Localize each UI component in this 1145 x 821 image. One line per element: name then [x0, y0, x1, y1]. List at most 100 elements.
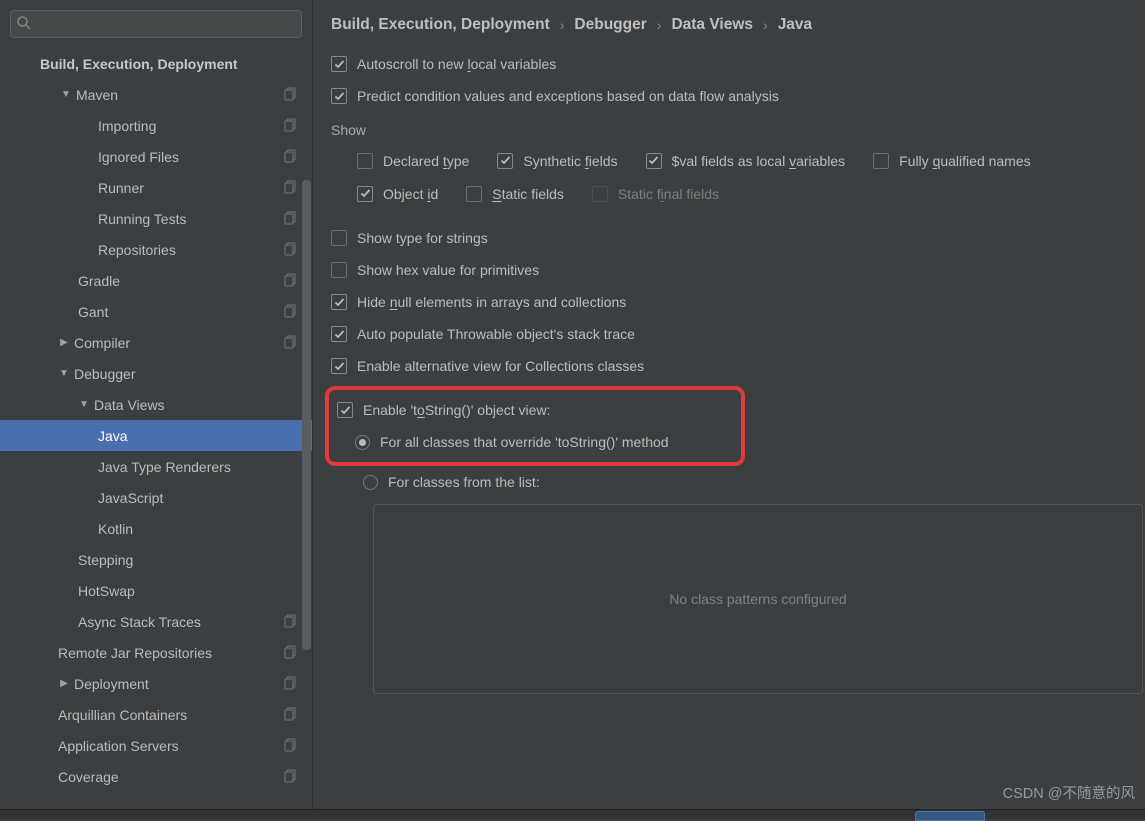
breadcrumb-item[interactable]: Data Views: [671, 16, 753, 34]
checkbox-row[interactable]: Object id: [357, 177, 438, 210]
breadcrumb-item[interactable]: Build, Execution, Deployment: [331, 16, 550, 34]
checkbox-row[interactable]: Predict condition values and exceptions …: [331, 80, 1127, 112]
tostring-opt-list[interactable]: For classes from the list:: [331, 466, 1127, 498]
chevron-right-icon: ›: [560, 17, 565, 33]
show-row-1: Declared type Synthetic fields $val fields…: [331, 144, 1127, 177]
checkbox[interactable]: [331, 326, 347, 342]
checkbox-label: Static final fields: [618, 186, 719, 202]
copy-icon: [284, 87, 298, 104]
checkbox[interactable]: [331, 88, 347, 104]
tree-item[interactable]: Running Tests: [0, 203, 312, 234]
chevron-right-icon: ›: [763, 17, 768, 33]
checkbox[interactable]: [331, 358, 347, 374]
copy-icon: [284, 676, 298, 693]
tree-item[interactable]: ▼ Data Views: [0, 389, 312, 420]
tree-item[interactable]: Async Stack Traces: [0, 606, 312, 637]
tree-item[interactable]: Remote Jar Repositories: [0, 637, 312, 668]
show-row-2: Object id Static fields Static final field…: [331, 177, 1127, 210]
empty-list-text: No class patterns configured: [669, 591, 846, 607]
copy-icon: [284, 645, 298, 662]
copy-icon: [284, 738, 298, 755]
tree-item[interactable]: Stepping: [0, 544, 312, 575]
tree-item[interactable]: ▶ Deployment: [0, 668, 312, 699]
tree-item-label: Coverage: [58, 769, 119, 785]
radio[interactable]: [355, 435, 370, 450]
checkbox[interactable]: [331, 230, 347, 246]
tree-item[interactable]: Java Type Renderers: [0, 451, 312, 482]
checkbox[interactable]: [357, 186, 373, 202]
tree-item-label: Kotlin: [98, 521, 133, 537]
tree-item[interactable]: Kotlin: [0, 513, 312, 544]
settings-main: Build, Execution, Deployment › Debugger …: [313, 0, 1145, 819]
checkbox-row[interactable]: $val fields as local variables: [646, 144, 846, 177]
tree-item-label: Debugger: [74, 366, 136, 382]
tree-arrow-icon: ▼: [78, 399, 90, 410]
tree-item[interactable]: Java: [0, 420, 312, 451]
checkbox[interactable]: [466, 186, 482, 202]
class-patterns-list[interactable]: No class patterns configured: [373, 504, 1143, 694]
scrollbar-thumb[interactable]: [302, 180, 311, 650]
tostring-opt-all[interactable]: For all classes that override 'toString(…: [329, 426, 729, 458]
enable-tostring-label: Enable 'toString()' object view:: [363, 402, 550, 418]
checkbox: [592, 186, 608, 202]
checkbox-row[interactable]: Show type for strings: [331, 222, 1127, 254]
checkbox-label: Synthetic fields: [523, 153, 617, 169]
checkbox-row[interactable]: Declared type: [357, 144, 469, 177]
checkbox-row[interactable]: Synthetic fields: [497, 144, 617, 177]
tree-item[interactable]: Arquillian Containers: [0, 699, 312, 730]
tree-item[interactable]: ▶ Compiler: [0, 327, 312, 358]
tree-header[interactable]: Build, Execution, Deployment: [0, 48, 312, 79]
enable-tostring-row[interactable]: Enable 'toString()' object view:: [329, 394, 729, 426]
tree-item-label: Repositories: [98, 242, 176, 258]
checkbox-label: Object id: [383, 186, 438, 202]
breadcrumb-item[interactable]: Debugger: [574, 16, 646, 34]
search-input[interactable]: [10, 10, 302, 38]
tree-item[interactable]: HotSwap: [0, 575, 312, 606]
tree-item[interactable]: Gradle: [0, 265, 312, 296]
tree-item[interactable]: Gant: [0, 296, 312, 327]
settings-tree: Build, Execution, Deployment ▼ Maven Imp…: [0, 44, 312, 819]
tree-item[interactable]: Ignored Files: [0, 141, 312, 172]
tree-item[interactable]: ▼ Debugger: [0, 358, 312, 389]
checkbox-row[interactable]: Enable alternative view for Collections …: [331, 350, 1127, 382]
tree-item-label: Running Tests: [98, 211, 186, 227]
checkbox-label: Show type for strings: [357, 230, 488, 246]
checkbox[interactable]: [337, 402, 353, 418]
checkbox-label: Hide null elements in arrays and collect…: [357, 294, 626, 310]
checkbox-row[interactable]: Show hex value for primitives: [331, 254, 1127, 286]
tree-arrow-icon: ▶: [58, 337, 70, 348]
checkbox-label: Static fields: [492, 186, 564, 202]
chevron-right-icon: ›: [657, 17, 662, 33]
checkbox[interactable]: [331, 294, 347, 310]
checkbox[interactable]: [331, 56, 347, 72]
tree-item-label: Gant: [78, 304, 108, 320]
ok-button[interactable]: [915, 811, 985, 821]
radio[interactable]: [363, 475, 378, 490]
tree-item-label: Java Type Renderers: [98, 459, 231, 475]
checkbox-row[interactable]: Hide null elements in arrays and collect…: [331, 286, 1127, 318]
tree-item-label: Ignored Files: [98, 149, 179, 165]
checkbox[interactable]: [497, 153, 513, 169]
breadcrumb-item[interactable]: Java: [778, 16, 812, 34]
checkbox[interactable]: [873, 153, 889, 169]
tree-item[interactable]: JavaScript: [0, 482, 312, 513]
tree-item[interactable]: Application Servers: [0, 730, 312, 761]
tree-item[interactable]: Repositories: [0, 234, 312, 265]
checkbox[interactable]: [331, 262, 347, 278]
tree-item-label: Stepping: [78, 552, 133, 568]
checkbox-label: Enable alternative view for Collections …: [357, 358, 644, 374]
radio-label: For classes from the list:: [388, 474, 540, 490]
tree-item[interactable]: Runner: [0, 172, 312, 203]
tree-item[interactable]: ▼ Maven: [0, 79, 312, 110]
copy-icon: [284, 707, 298, 724]
tree-header-label: Build, Execution, Deployment: [40, 56, 238, 72]
checkbox-row[interactable]: Static fields: [466, 177, 564, 210]
checkbox-row[interactable]: Auto populate Throwable object's stack t…: [331, 318, 1127, 350]
tree-item[interactable]: Importing: [0, 110, 312, 141]
checkbox[interactable]: [357, 153, 373, 169]
checkbox-row[interactable]: Fully qualified names: [873, 144, 1031, 177]
checkbox[interactable]: [646, 153, 662, 169]
checkbox-row[interactable]: Autoscroll to new local variables: [331, 48, 1127, 80]
highlight-box: Enable 'toString()' object view: For all…: [325, 386, 745, 466]
tree-item[interactable]: Coverage: [0, 761, 312, 792]
